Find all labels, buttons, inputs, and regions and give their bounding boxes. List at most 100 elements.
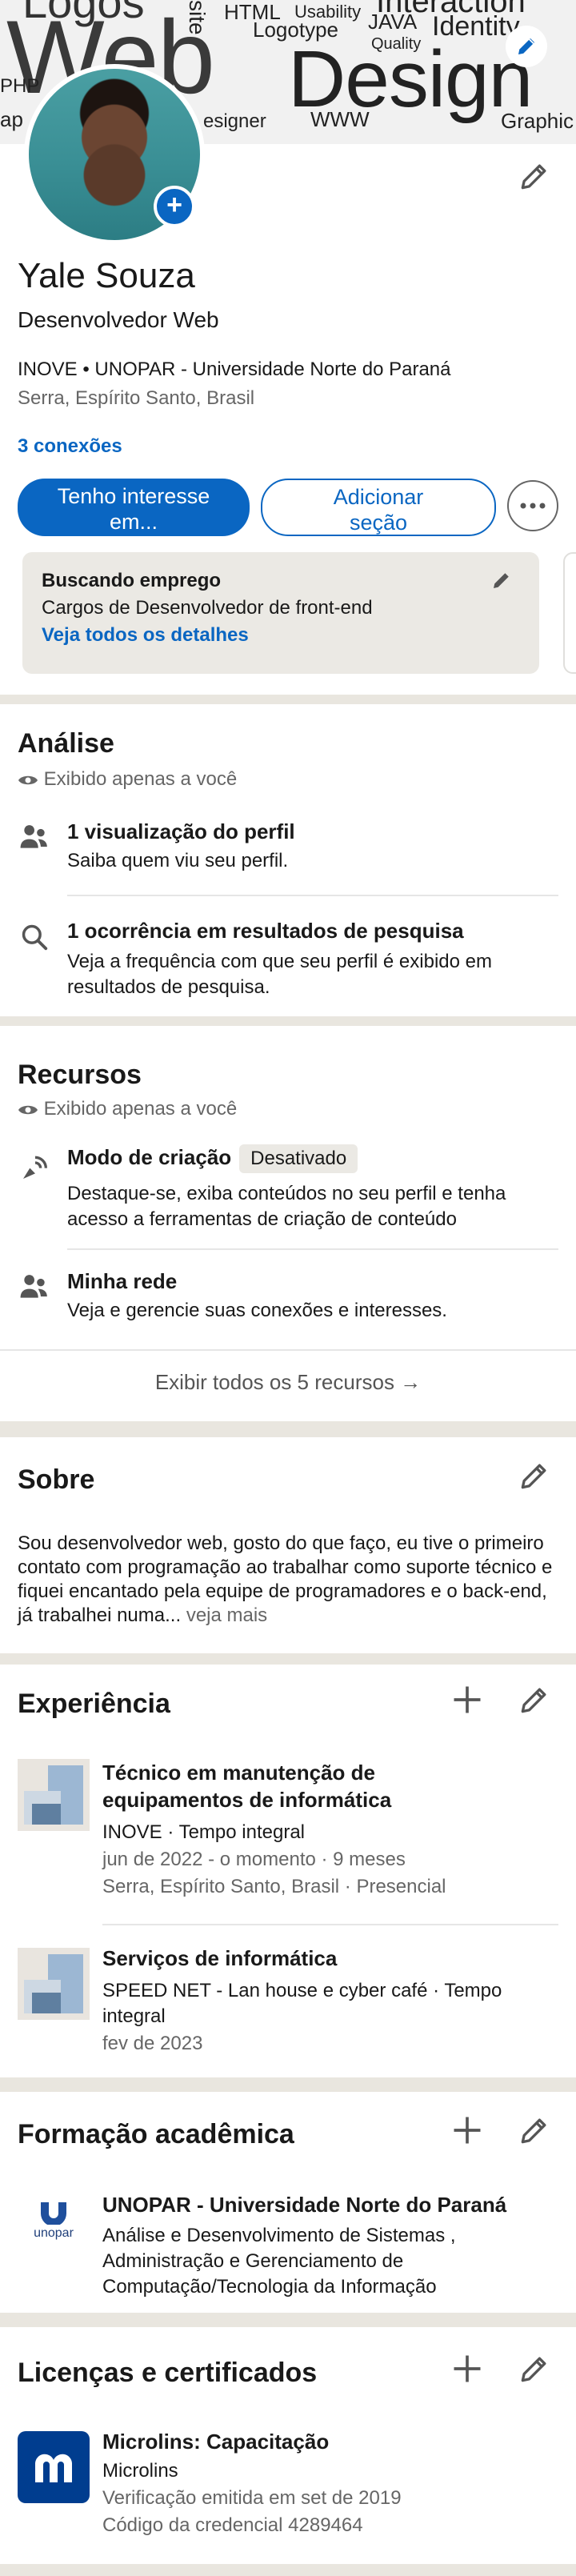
experience-title-text: Serviços de informática: [102, 1946, 338, 1970]
experience-item[interactable]: Serviços de informática SPEED NET - Lan …: [0, 1943, 576, 2063]
open-to-work-edit-button[interactable]: [490, 568, 514, 592]
profile-headline: Desenvolvedor Web: [18, 307, 219, 332]
education-degree: Análise e Desenvolvimento de Sistemas , …: [102, 2225, 456, 2298]
divider: [67, 1248, 558, 1250]
banner-word: Graphic: [501, 109, 574, 133]
eye-icon: [18, 775, 38, 784]
divider: [102, 1924, 558, 1925]
resources-section: Recursos Exibido apenas a você Modo de c…: [0, 1026, 576, 1421]
license-title: Microlins: Capacitação: [102, 2430, 330, 2454]
edit-intro-button[interactable]: [517, 158, 552, 194]
people-icon: [20, 1275, 47, 1298]
education-item[interactable]: unopar UNOPAR - Universidade Norte do Pa…: [0, 2188, 576, 2308]
add-photo-button[interactable]: +: [154, 186, 195, 227]
plus-icon: [454, 2117, 481, 2144]
analytics-item-views[interactable]: 1 visualização do perfil Saiba quem viu …: [0, 808, 576, 896]
education-title: Formação acadêmica: [18, 2119, 294, 2149]
experience-title: Experiência: [18, 1689, 170, 1719]
about-ellipsis: ...: [165, 1604, 182, 1626]
about-body: Sou desenvolvedor web, gosto do que faço…: [18, 1532, 553, 1626]
analytics-private-text: Exibido apenas a você: [43, 768, 238, 790]
licenses-title: Licenças e certificados: [18, 2358, 318, 2388]
profile-org[interactable]: INOVE • UNOPAR - Universidade Norte do P…: [18, 359, 451, 381]
analytics-views-desc: Saiba quem viu seu perfil.: [67, 850, 289, 871]
add-section-button[interactable]: Adicionar seção: [261, 479, 496, 536]
people-icon: [20, 825, 47, 848]
banner-word: esigner: [203, 110, 266, 132]
edit-licenses-button[interactable]: [517, 2351, 552, 2386]
analytics-views-title: 1 visualização do perfil: [67, 819, 295, 843]
add-section-label: Adicionar seção: [333, 485, 424, 535]
experience-company: INOVE · Tempo integral: [102, 1821, 305, 1843]
experience-dates: fev de 2023: [102, 2033, 203, 2054]
banner-edit-button[interactable]: [506, 26, 547, 67]
pencil-icon: [518, 38, 534, 54]
pencil-icon: [521, 1464, 546, 1489]
next-card-peek[interactable]: [563, 552, 576, 674]
microlins-logo-icon: [18, 2431, 90, 2503]
my-network-item[interactable]: Minha rede Veja e gerencie suas conexões…: [0, 1261, 576, 1349]
company-logo-placeholder-icon: [18, 1759, 90, 1831]
licenses-section: Licenças e certificados Microlins: Capac…: [0, 2327, 576, 2564]
unopar-logo: unopar: [18, 2193, 90, 2265]
about-section: Sobre Sou desenvolvedor web, gosto do qu…: [0, 1437, 576, 1653]
creator-mode-item[interactable]: Modo de criação Desativado Destaque-se, e…: [0, 1135, 576, 1247]
about-edit-button[interactable]: [517, 1458, 552, 1493]
education-school: UNOPAR - Universidade Norte do Paraná: [102, 2193, 507, 2217]
profile-name: Yale Souza: [18, 256, 195, 295]
unopar-logo-text: unopar: [34, 2226, 74, 2240]
pencil-icon: [494, 573, 509, 588]
more-icon: [520, 503, 546, 509]
interest-button-label: Tenho interesse em...: [57, 484, 210, 534]
open-to-work-roles: Cargos de Desenvolvedor de front-end: [42, 597, 373, 619]
edit-experience-button[interactable]: [517, 1682, 552, 1717]
experience-item[interactable]: Técnico em manutenção de equipamentos de…: [0, 1754, 576, 1914]
divider: [67, 895, 558, 896]
profile-location: Serra, Espírito Santo, Brasil: [18, 387, 255, 409]
eye-icon: [18, 1105, 38, 1114]
open-to-work-title: Buscando emprego: [42, 570, 222, 591]
analytics-private-note: Exibido apenas a você: [18, 768, 237, 791]
experience-dates: jun de 2022 - o momento · 9 meses: [102, 1849, 406, 1870]
pencil-icon: [521, 2357, 546, 2382]
add-license-button[interactable]: [450, 2351, 485, 2386]
experience-section: Experiência Técnico em manutenção de equ…: [0, 1665, 576, 2077]
open-to-work-card[interactable]: Buscando emprego Cargos de Desenvolvedor…: [22, 552, 539, 674]
edit-education-button[interactable]: [517, 2113, 552, 2148]
profile-card: Logos HTML Usability Interaction site Lo…: [0, 0, 576, 695]
about-see-more-link[interactable]: veja mais: [186, 1604, 267, 1626]
company-logo-placeholder-icon: [18, 1948, 90, 2020]
my-network-title: Minha rede: [67, 1269, 178, 1293]
about-text: Sou desenvolvedor web, gosto do que faço…: [18, 1532, 562, 1628]
add-experience-button[interactable]: [450, 1682, 485, 1717]
creator-mode-desc: Destaque-se, exiba conteúdos no seu perf…: [67, 1183, 506, 1230]
license-issuer: Microlins: [102, 2460, 178, 2482]
banner-word: JAVA: [368, 10, 418, 34]
more-options-button[interactable]: [507, 480, 558, 531]
creator-mode-label: Modo de criação: [67, 1144, 232, 1169]
analytics-search-desc: Veja a frequência com que seu perfil é e…: [67, 951, 492, 998]
search-icon: [22, 924, 48, 951]
analytics-search-title: 1 ocorrência em resultados de pesquisa: [67, 919, 464, 943]
unopar-logo-icon: [41, 2202, 66, 2225]
broadcast-icon: [23, 1156, 47, 1179]
pencil-icon: [521, 164, 546, 190]
banner-word: PHP: [0, 75, 40, 97]
divider: [0, 1349, 576, 1351]
experience-place: Serra, Espírito Santo, Brasil · Presenci…: [102, 1876, 446, 1897]
my-network-desc: Veja e gerencie suas conexões e interess…: [67, 1300, 447, 1321]
pencil-icon: [521, 1688, 546, 1713]
interest-button[interactable]: Tenho interesse em...: [18, 479, 250, 536]
add-education-button[interactable]: [450, 2113, 485, 2148]
license-credential: Código da credencial 4289464: [102, 2514, 363, 2536]
connections-link[interactable]: 3 conexões: [18, 435, 122, 458]
experience-company: SPEED NET - Lan house e cyber café · Tem…: [102, 1980, 502, 2027]
license-issued: Verificação emitida em set de 2019: [102, 2487, 402, 2509]
about-title: Sobre: [18, 1464, 95, 1495]
show-all-resources-button[interactable]: Exibir todos os 5 recursos →: [0, 1370, 576, 1395]
banner-word: WWW: [310, 107, 370, 131]
open-to-work-details-link[interactable]: Veja todos os detalhes: [42, 624, 249, 647]
banner-word: ap: [0, 107, 23, 131]
analytics-item-search[interactable]: 1 ocorrência em resultados de pesquisa V…: [0, 907, 576, 1008]
license-item[interactable]: Microlins: Capacitação Microlins Verific…: [0, 2426, 576, 2554]
